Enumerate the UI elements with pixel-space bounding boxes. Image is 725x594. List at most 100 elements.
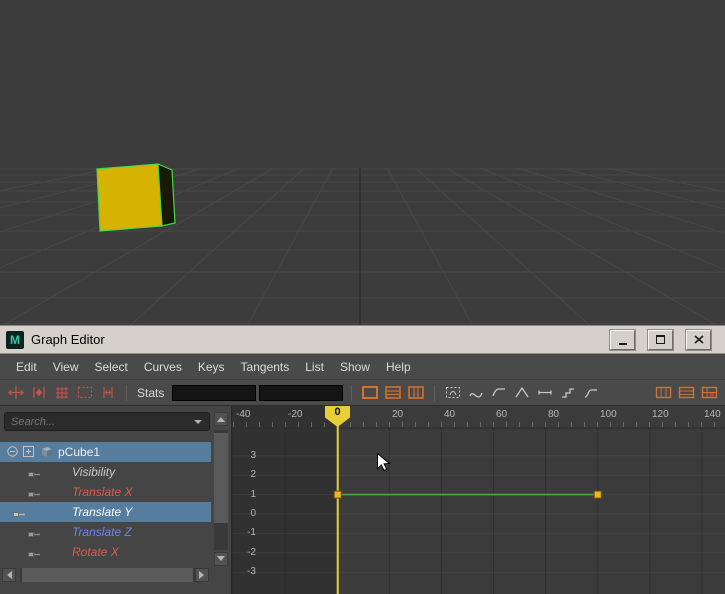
- scroll-down-button[interactable]: [214, 552, 228, 566]
- auto-tangent-icon[interactable]: [443, 383, 463, 403]
- maximize-icon: [656, 335, 665, 344]
- value-snap-icon[interactable]: [676, 383, 696, 403]
- menu-item-select[interactable]: Select: [86, 354, 135, 380]
- tree-row-visibility[interactable]: Visibility: [0, 462, 211, 482]
- value-tick-label: 2: [250, 469, 256, 480]
- horizontal-scrollbar[interactable]: [2, 568, 209, 582]
- menu-item-keys[interactable]: Keys: [190, 354, 233, 380]
- up-arrow-icon: [217, 413, 225, 422]
- tree-row-rotate-x[interactable]: Rotate X: [0, 542, 211, 562]
- step-tangent-icon[interactable]: [558, 383, 578, 403]
- maximize-button[interactable]: [647, 328, 674, 351]
- channel-icon[interactable]: [13, 508, 26, 522]
- cube-front-face[interactable]: [96, 163, 163, 232]
- spline-tangent-icon[interactable]: [466, 383, 486, 403]
- search-input[interactable]: [5, 415, 194, 428]
- maya-screen: M Graph Editor Edit View Select Curves K…: [0, 0, 725, 594]
- clamped-tangent-icon[interactable]: [489, 383, 509, 403]
- time-snap-icon[interactable]: [653, 383, 673, 403]
- stats-value-field[interactable]: [259, 384, 344, 401]
- channel-label: Rotate X: [72, 545, 119, 559]
- minimize-icon: [618, 343, 627, 345]
- stats-time-field[interactable]: [172, 384, 257, 401]
- channel-tree: pCube1 Visibility Translate X Translate …: [0, 442, 211, 562]
- maya-app-icon[interactable]: M: [6, 330, 24, 349]
- search-dropdown-icon[interactable]: [194, 419, 202, 428]
- toolbar-separator: [434, 384, 436, 401]
- plateau-tangent-icon[interactable]: [581, 383, 601, 403]
- sky-region: [0, 0, 725, 168]
- close-icon: [693, 335, 704, 344]
- menu-item-edit[interactable]: Edit: [8, 354, 45, 380]
- move-nearest-picked-key-tool-icon[interactable]: [6, 383, 26, 403]
- scroll-left-button[interactable]: [2, 568, 16, 582]
- menu-item-tangents[interactable]: Tangents: [233, 354, 298, 380]
- channel-icon[interactable]: [28, 488, 41, 502]
- channel-label: Translate Y: [72, 505, 133, 519]
- toolbar-separator: [126, 384, 127, 401]
- collapse-icon[interactable]: [7, 446, 18, 460]
- time-tick-label: 40: [444, 409, 456, 420]
- insert-keys-tool-icon[interactable]: [29, 383, 49, 403]
- scroll-up-button[interactable]: [214, 412, 228, 426]
- linear-tangent-icon[interactable]: [512, 383, 532, 403]
- keyframe-start[interactable]: [333, 490, 342, 499]
- retime-tool-icon[interactable]: [98, 383, 118, 403]
- time-tick-label: -20: [288, 409, 303, 420]
- value-tick-label: 0: [250, 508, 256, 519]
- pcube1-object[interactable]: [96, 163, 176, 232]
- right-arrow-icon: [199, 571, 208, 579]
- tree-row-translate-y[interactable]: Translate Y: [0, 502, 211, 522]
- time-tick-label: 100: [600, 409, 617, 420]
- time-ruler[interactable]: -40 -20 20 40 60 80 100 120 140 0: [232, 406, 725, 428]
- time-tick-label: 80: [548, 409, 560, 420]
- channel-icon[interactable]: [28, 468, 41, 482]
- plot-canvas[interactable]: [232, 406, 725, 594]
- time-tick-label: 120: [652, 409, 669, 420]
- menu-item-list[interactable]: List: [297, 354, 332, 380]
- window-titlebar[interactable]: M Graph Editor: [0, 326, 725, 354]
- stacked-view-icon[interactable]: [383, 383, 403, 403]
- region-keys-tool-icon[interactable]: [75, 383, 95, 403]
- expand-icon[interactable]: [23, 446, 34, 460]
- value-tick-label: -2: [247, 547, 256, 558]
- tree-row-translate-z[interactable]: Translate Z: [0, 522, 211, 542]
- current-time-label: 0: [334, 406, 341, 418]
- vertical-scroll-thumb[interactable]: [214, 433, 228, 523]
- flat-tangent-icon[interactable]: [535, 383, 555, 403]
- search-box[interactable]: [4, 412, 210, 431]
- channel-icon[interactable]: [28, 528, 41, 542]
- tree-row-translate-x[interactable]: Translate X: [0, 482, 211, 502]
- window-title: Graph Editor: [31, 332, 105, 347]
- horizontal-scroll-thumb[interactable]: [22, 568, 193, 582]
- close-button[interactable]: [685, 328, 712, 351]
- graph-view[interactable]: -40 -20 20 40 60 80 100 120 140 0 3 2 1 …: [232, 406, 725, 594]
- vertical-scrollbar[interactable]: [214, 430, 228, 550]
- scroll-right-button[interactable]: [195, 568, 209, 582]
- value-tick-label: -1: [247, 527, 256, 538]
- horizontal-scroll-track[interactable]: [20, 568, 195, 582]
- keyframe-end[interactable]: [593, 490, 602, 499]
- absolute-view-icon[interactable]: [360, 383, 380, 403]
- menu-item-show[interactable]: Show: [332, 354, 378, 380]
- time-tick-label: 140: [704, 409, 721, 420]
- viewport-3d[interactable]: [0, 0, 725, 325]
- minimize-button[interactable]: [609, 328, 636, 351]
- normalized-view-icon[interactable]: [406, 383, 426, 403]
- value-tick-label: 1: [250, 489, 256, 500]
- menu-item-view[interactable]: View: [45, 354, 87, 380]
- value-tick-label: 3: [250, 450, 256, 461]
- tree-row-pcube1[interactable]: pCube1: [0, 442, 211, 462]
- toolbar-separator: [351, 384, 353, 401]
- value-tick-label: -3: [247, 566, 256, 577]
- menu-item-help[interactable]: Help: [378, 354, 419, 380]
- menu-item-curves[interactable]: Curves: [136, 354, 190, 380]
- down-arrow-icon: [217, 556, 225, 565]
- grid-snap-icon[interactable]: [699, 383, 719, 403]
- channel-icon[interactable]: [28, 548, 41, 562]
- time-tick-label: 20: [392, 409, 404, 420]
- node-label: pCube1: [58, 445, 101, 459]
- stats-label: Stats: [137, 385, 165, 400]
- lattice-deform-keys-tool-icon[interactable]: [52, 383, 72, 403]
- channel-label: Translate X: [72, 485, 133, 499]
